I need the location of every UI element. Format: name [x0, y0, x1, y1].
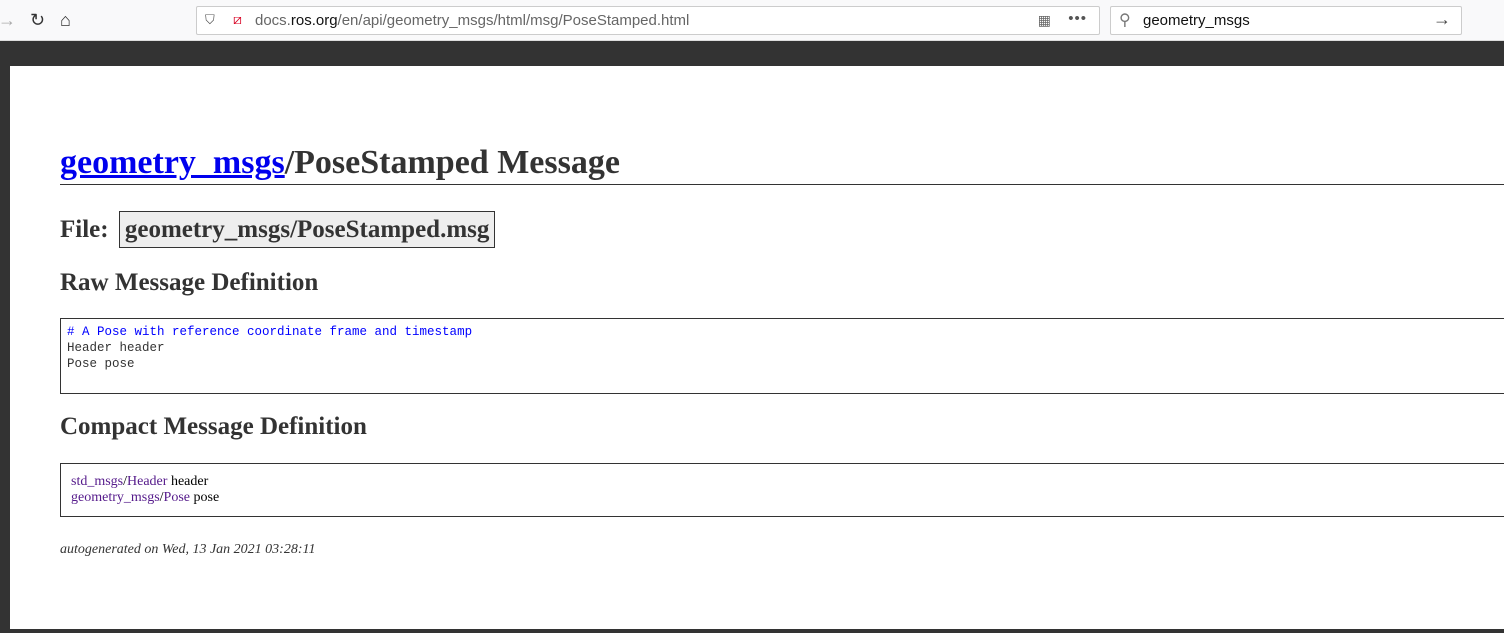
package-link[interactable]: geometry_msgs [60, 144, 285, 181]
more-icon[interactable]: ••• [1068, 10, 1087, 27]
type-link[interactable]: Pose [164, 490, 190, 505]
page-content: geometry_msgs/PoseStamped Message File: … [10, 66, 1504, 629]
insecure-lock-icon[interactable]: ⧄ [233, 11, 242, 28]
reload-icon[interactable]: ↻ [30, 10, 45, 31]
url-text[interactable]: docs.ros.org/en/api/geometry_msgs/html/m… [255, 12, 689, 29]
compact-line: geometry_msgs/Pose pose [71, 490, 220, 505]
url-bar[interactable]: ⛉ ⧄ docs.ros.org/en/api/geometry_msgs/ht… [196, 6, 1100, 35]
pkg-link[interactable]: std_msgs [71, 474, 123, 489]
arrow-right-icon[interactable]: → [1433, 9, 1451, 30]
raw-heading: Raw Message Definition [60, 269, 319, 296]
file-name: geometry_msgs/PoseStamped.msg [118, 211, 496, 248]
page-title: geometry_msgs/PoseStamped Message [60, 144, 1504, 185]
shield-icon[interactable]: ⛉ [205, 12, 215, 28]
type-link[interactable]: Header [127, 474, 167, 489]
raw-definition: # A Pose with reference coordinate frame… [60, 318, 1504, 394]
browser-toolbar: → ↻ ⌂ ⛉ ⧄ docs.ros.org/en/api/geometry_m… [0, 0, 1504, 41]
footer-timestamp: autogenerated on Wed, 13 Jan 2021 03:28:… [60, 542, 316, 557]
compact-definition: std_msgs/Header header geometry_msgs/Pos… [60, 463, 1504, 517]
search-box[interactable]: ⚲ → [1110, 6, 1462, 35]
compact-heading: Compact Message Definition [60, 413, 367, 440]
search-input[interactable] [1141, 11, 1421, 30]
compact-line: std_msgs/Header header [71, 474, 209, 489]
file-heading: File: geometry_msgs/PoseStamped.msg [60, 211, 496, 248]
qr-code-icon[interactable]: ▦ [1038, 12, 1051, 29]
home-icon[interactable]: ⌂ [60, 10, 71, 31]
forward-icon[interactable]: → [0, 10, 16, 31]
pkg-link[interactable]: geometry_msgs [71, 490, 160, 505]
search-icon: ⚲ [1119, 12, 1131, 29]
